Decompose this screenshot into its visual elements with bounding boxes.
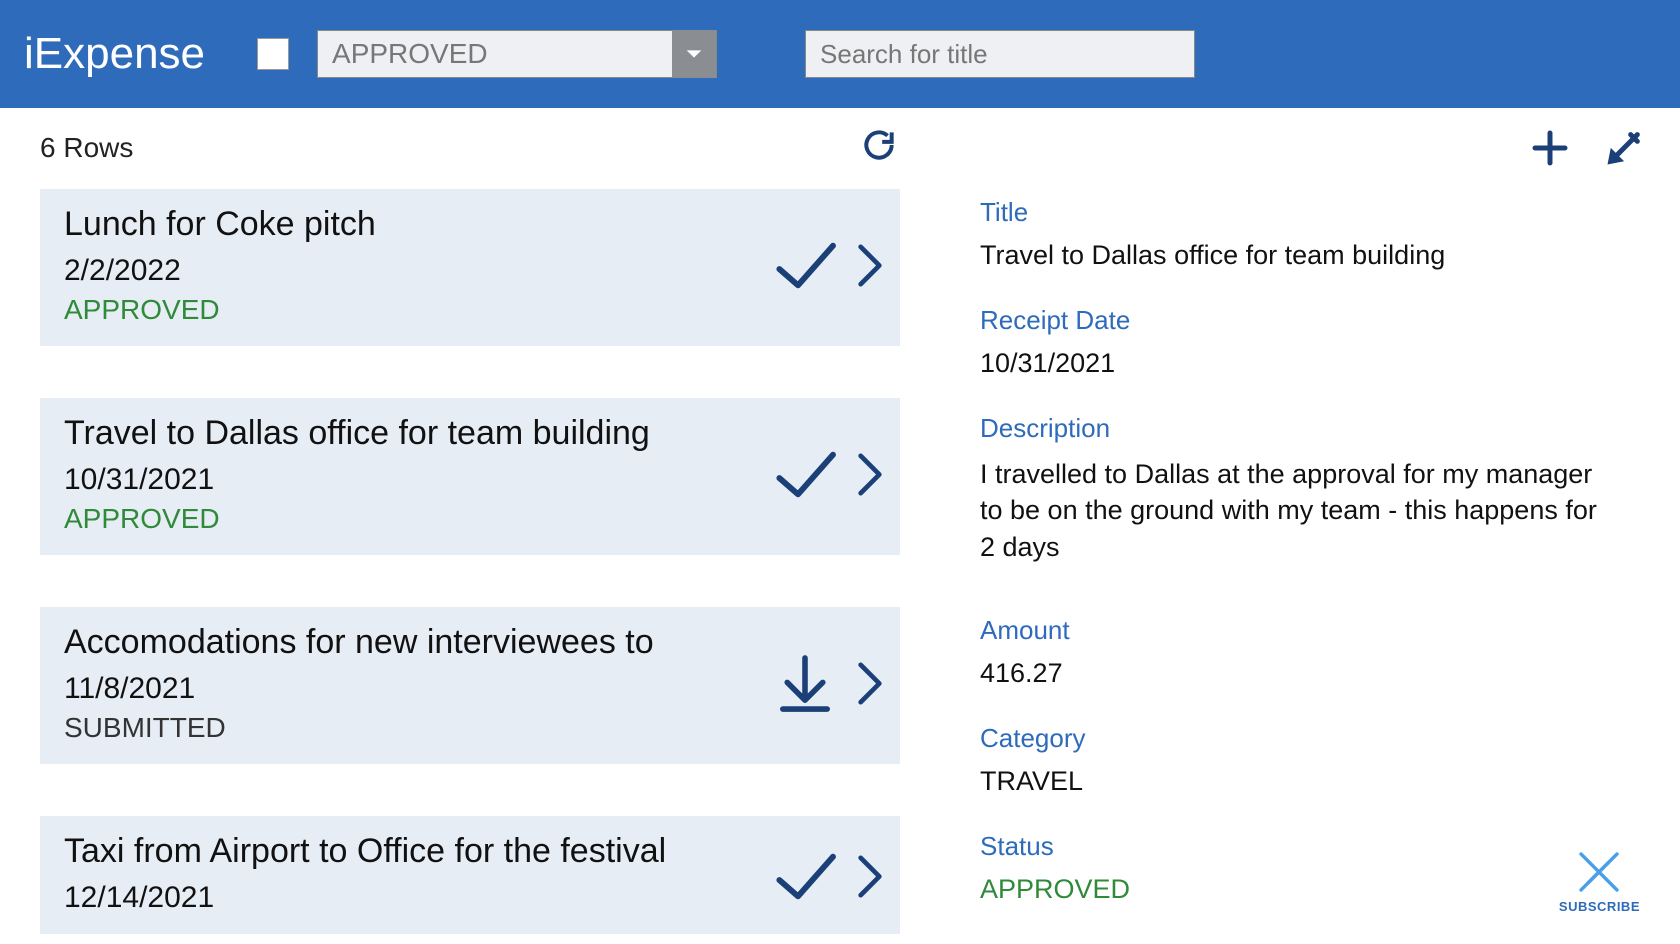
expense-card-status: APPROVED: [64, 503, 876, 535]
expense-card-status: APPROVED: [64, 294, 876, 326]
expense-card-date: 12/14/2021: [64, 881, 876, 915]
refresh-button[interactable]: [860, 126, 898, 169]
list-header: 6 Rows: [40, 126, 906, 169]
search-box[interactable]: [805, 30, 1195, 78]
app-title: iExpense: [24, 29, 205, 79]
value-status: APPROVED: [980, 874, 1638, 905]
value-title: Travel to Dallas office for team buildin…: [980, 240, 1638, 271]
expense-list-scroll[interactable]: Lunch for Coke pitch 2/2/2022 APPROVED Trav…: [40, 189, 906, 934]
add-button[interactable]: [1530, 128, 1570, 173]
expense-list-pane: 6 Rows Lunch for Coke pitch 2/2/2022 APPRO…: [0, 108, 920, 944]
expense-card-status: SUBMITTED: [64, 712, 876, 744]
expense-card[interactable]: Accomodations for new interviewees to 11/…: [40, 607, 900, 764]
status-filter-value: APPROVED: [318, 38, 672, 70]
value-description: I travelled to Dallas at the approval fo…: [980, 456, 1600, 565]
search-input[interactable]: [806, 39, 1194, 70]
subscribe-label: SUBSCRIBE: [1559, 899, 1640, 914]
label-title: Title: [980, 197, 1638, 228]
expense-card-actions: [770, 444, 884, 509]
download-icon[interactable]: [770, 653, 840, 718]
expense-card-actions: [770, 846, 884, 911]
label-status: Status: [980, 831, 1638, 862]
check-icon[interactable]: [770, 235, 840, 300]
label-amount: Amount: [980, 615, 1638, 646]
expense-detail-pane: Title Travel to Dallas office for team b…: [920, 108, 1680, 944]
subscribe-badge[interactable]: SUBSCRIBE: [1559, 849, 1640, 914]
value-category: TRAVEL: [980, 766, 1638, 797]
expense-card-date: 10/31/2021: [64, 463, 876, 497]
check-icon[interactable]: [770, 846, 840, 911]
expense-card[interactable]: Taxi from Airport to Office for the fest…: [40, 816, 900, 934]
expense-card-date: 11/8/2021: [64, 672, 876, 706]
expense-card[interactable]: Lunch for Coke pitch 2/2/2022 APPROVED: [40, 189, 900, 346]
expense-card-title: Travel to Dallas office for team buildin…: [64, 414, 876, 453]
detail-action-bar: [980, 128, 1644, 173]
expense-card[interactable]: Travel to Dallas office for team buildin…: [40, 398, 900, 555]
check-icon[interactable]: [770, 444, 840, 509]
status-filter-select[interactable]: APPROVED: [317, 30, 717, 78]
expense-card-title: Lunch for Coke pitch: [64, 205, 876, 244]
chevron-right-icon[interactable]: [856, 659, 884, 712]
dna-icon: [1572, 849, 1626, 895]
header-checkbox[interactable]: [257, 38, 289, 70]
chevron-right-icon[interactable]: [856, 241, 884, 294]
expense-card-title: Accomodations for new interviewees to: [64, 623, 876, 662]
chevron-down-icon[interactable]: [672, 30, 716, 78]
value-receipt-date: 10/31/2021: [980, 348, 1638, 379]
chevron-right-icon[interactable]: [856, 852, 884, 905]
expense-card-actions: [770, 653, 884, 718]
expense-card-actions: [770, 235, 884, 300]
main-area: 6 Rows Lunch for Coke pitch 2/2/2022 APPRO…: [0, 108, 1680, 944]
chevron-right-icon[interactable]: [856, 450, 884, 503]
label-description: Description: [980, 413, 1638, 444]
expense-card-date: 2/2/2022: [64, 254, 876, 288]
row-count-label: 6 Rows: [40, 132, 133, 164]
edit-button[interactable]: [1604, 128, 1644, 173]
app-header: iExpense APPROVED: [0, 0, 1680, 108]
value-amount: 416.27: [980, 658, 1638, 689]
label-receipt-date: Receipt Date: [980, 305, 1638, 336]
expense-card-title: Taxi from Airport to Office for the fest…: [64, 832, 876, 871]
label-category: Category: [980, 723, 1638, 754]
detail-scroll[interactable]: Title Travel to Dallas office for team b…: [980, 197, 1644, 934]
